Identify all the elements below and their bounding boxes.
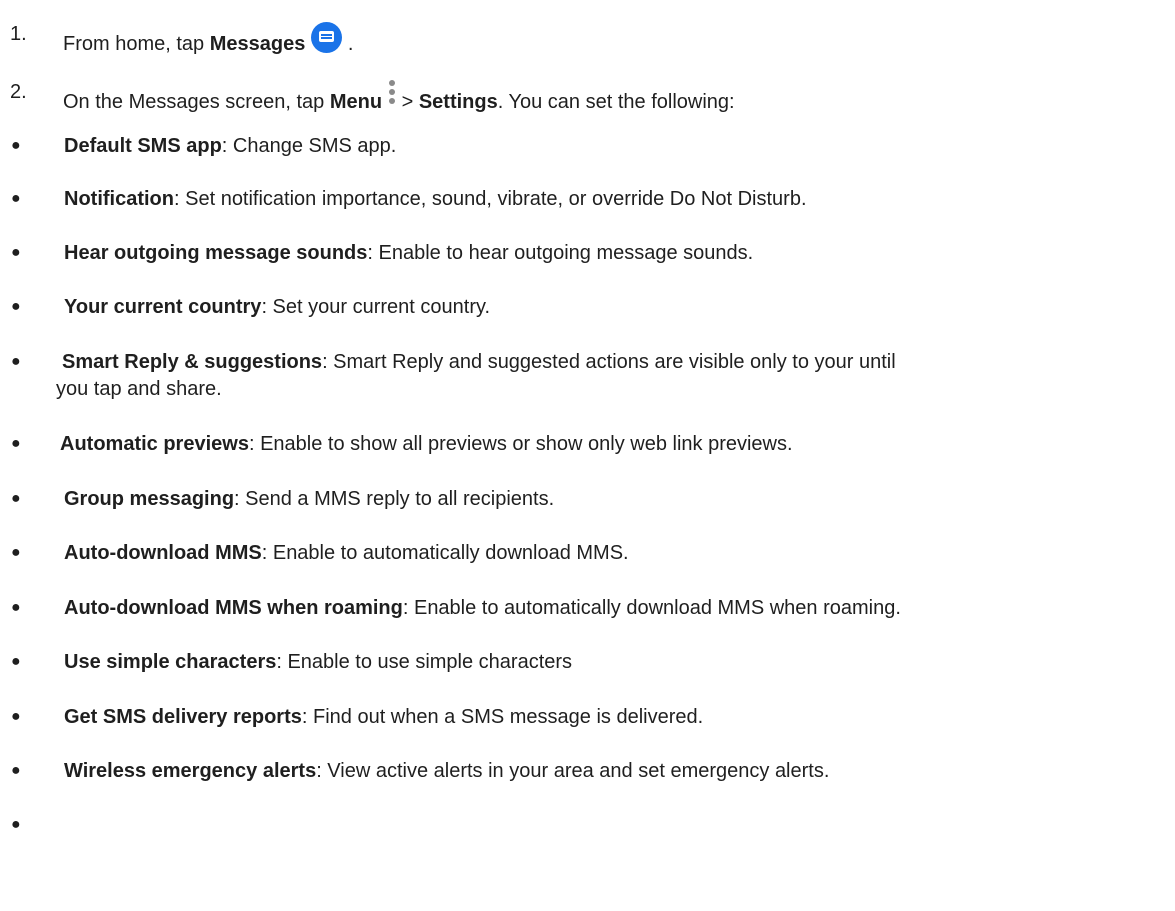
bullet: ● bbox=[11, 708, 21, 725]
bullet: ● bbox=[11, 653, 21, 670]
setting-title: Auto-download MMS when roaming bbox=[64, 597, 403, 619]
step-text: On the Messages screen, tap Menu > Setti… bbox=[63, 80, 735, 114]
setting-desc: : Set notification importance, sound, vi… bbox=[174, 188, 807, 210]
bullet: ● bbox=[11, 435, 21, 452]
step-number: 2. bbox=[10, 81, 27, 103]
bullet: ● bbox=[11, 353, 21, 370]
step-prefix: On the Messages screen, tap bbox=[63, 91, 330, 113]
setting-text: Use simple characters: Enable to use sim… bbox=[64, 650, 572, 674]
setting-text: Hear outgoing message sounds: Enable to … bbox=[64, 241, 753, 265]
step-middle: > bbox=[396, 91, 419, 113]
setting-desc: : View active alerts in your area and se… bbox=[316, 760, 830, 782]
step-number: 1. bbox=[10, 23, 27, 45]
step-suffix: . You can set the following: bbox=[497, 91, 735, 113]
setting-desc: : Enable to hear outgoing message sounds… bbox=[367, 242, 754, 264]
setting-text: Get SMS delivery reports: Find out when … bbox=[64, 705, 703, 729]
setting-desc: : Smart Reply and suggested actions are … bbox=[322, 351, 896, 373]
setting-desc: : Find out when a SMS message is deliver… bbox=[301, 706, 704, 728]
setting-title: Smart Reply & suggestions bbox=[62, 351, 323, 373]
setting-desc: : Change SMS app. bbox=[221, 135, 397, 157]
setting-title: Get SMS delivery reports bbox=[64, 706, 302, 728]
step-prefix: From home, tap bbox=[63, 33, 210, 55]
setting-text: Wireless emergency alerts: View active a… bbox=[64, 759, 829, 783]
bullet: ● bbox=[11, 762, 21, 779]
setting-title: Group messaging bbox=[64, 488, 235, 510]
bullet: ● bbox=[11, 190, 21, 207]
setting-desc: : Set your current country. bbox=[261, 296, 491, 318]
setting-title: Your current country bbox=[64, 296, 262, 318]
setting-text: Auto-download MMS: Enable to automatical… bbox=[64, 541, 629, 565]
setting-desc: : Enable to use simple characters bbox=[276, 651, 573, 673]
settings-label: Settings bbox=[418, 91, 498, 113]
setting-title: Auto-download MMS bbox=[64, 542, 262, 564]
bullet: ● bbox=[11, 816, 21, 833]
bullet: ● bbox=[11, 544, 21, 561]
setting-text: Auto-download MMS when roaming: Enable t… bbox=[64, 596, 901, 620]
bullet: ● bbox=[11, 298, 21, 315]
setting-title: Use simple characters bbox=[64, 651, 277, 673]
setting-desc: : Enable to automatically download MMS. bbox=[261, 542, 629, 564]
setting-title: Automatic previews bbox=[60, 433, 249, 455]
setting-title: Default SMS app bbox=[64, 135, 222, 157]
bullet: ● bbox=[11, 137, 21, 154]
setting-text: Notification: Set notification importanc… bbox=[64, 187, 807, 211]
messages-label: Messages bbox=[209, 33, 306, 55]
setting-text: Smart Reply & suggestions: Smart Reply a… bbox=[62, 350, 896, 374]
menu-label: Menu bbox=[329, 91, 383, 113]
bullet: ● bbox=[11, 490, 21, 507]
bullet: ● bbox=[11, 244, 21, 261]
more-vert-icon bbox=[388, 80, 396, 106]
setting-text: Automatic previews: Enable to show all p… bbox=[60, 432, 793, 456]
setting-title: Wireless emergency alerts bbox=[64, 760, 317, 782]
setting-text: Your current country: Set your current c… bbox=[64, 295, 490, 319]
setting-desc: : Send a MMS reply to all recipients. bbox=[234, 488, 555, 510]
messages-app-icon bbox=[311, 22, 343, 53]
setting-desc-continued: you tap and share. bbox=[56, 378, 222, 400]
setting-text: Group messaging: Send a MMS reply to all… bbox=[64, 487, 554, 511]
step-suffix: . bbox=[342, 33, 354, 55]
setting-title: Hear outgoing message sounds bbox=[64, 242, 368, 264]
step-text: From home, tap Messages . bbox=[63, 22, 353, 56]
setting-desc: : Enable to automatically download MMS w… bbox=[402, 597, 901, 619]
setting-text: Default SMS app: Change SMS app. bbox=[64, 134, 396, 158]
setting-title: Notification bbox=[64, 188, 174, 210]
bullet: ● bbox=[11, 599, 21, 616]
setting-desc: : Enable to show all previews or show on… bbox=[248, 433, 793, 455]
